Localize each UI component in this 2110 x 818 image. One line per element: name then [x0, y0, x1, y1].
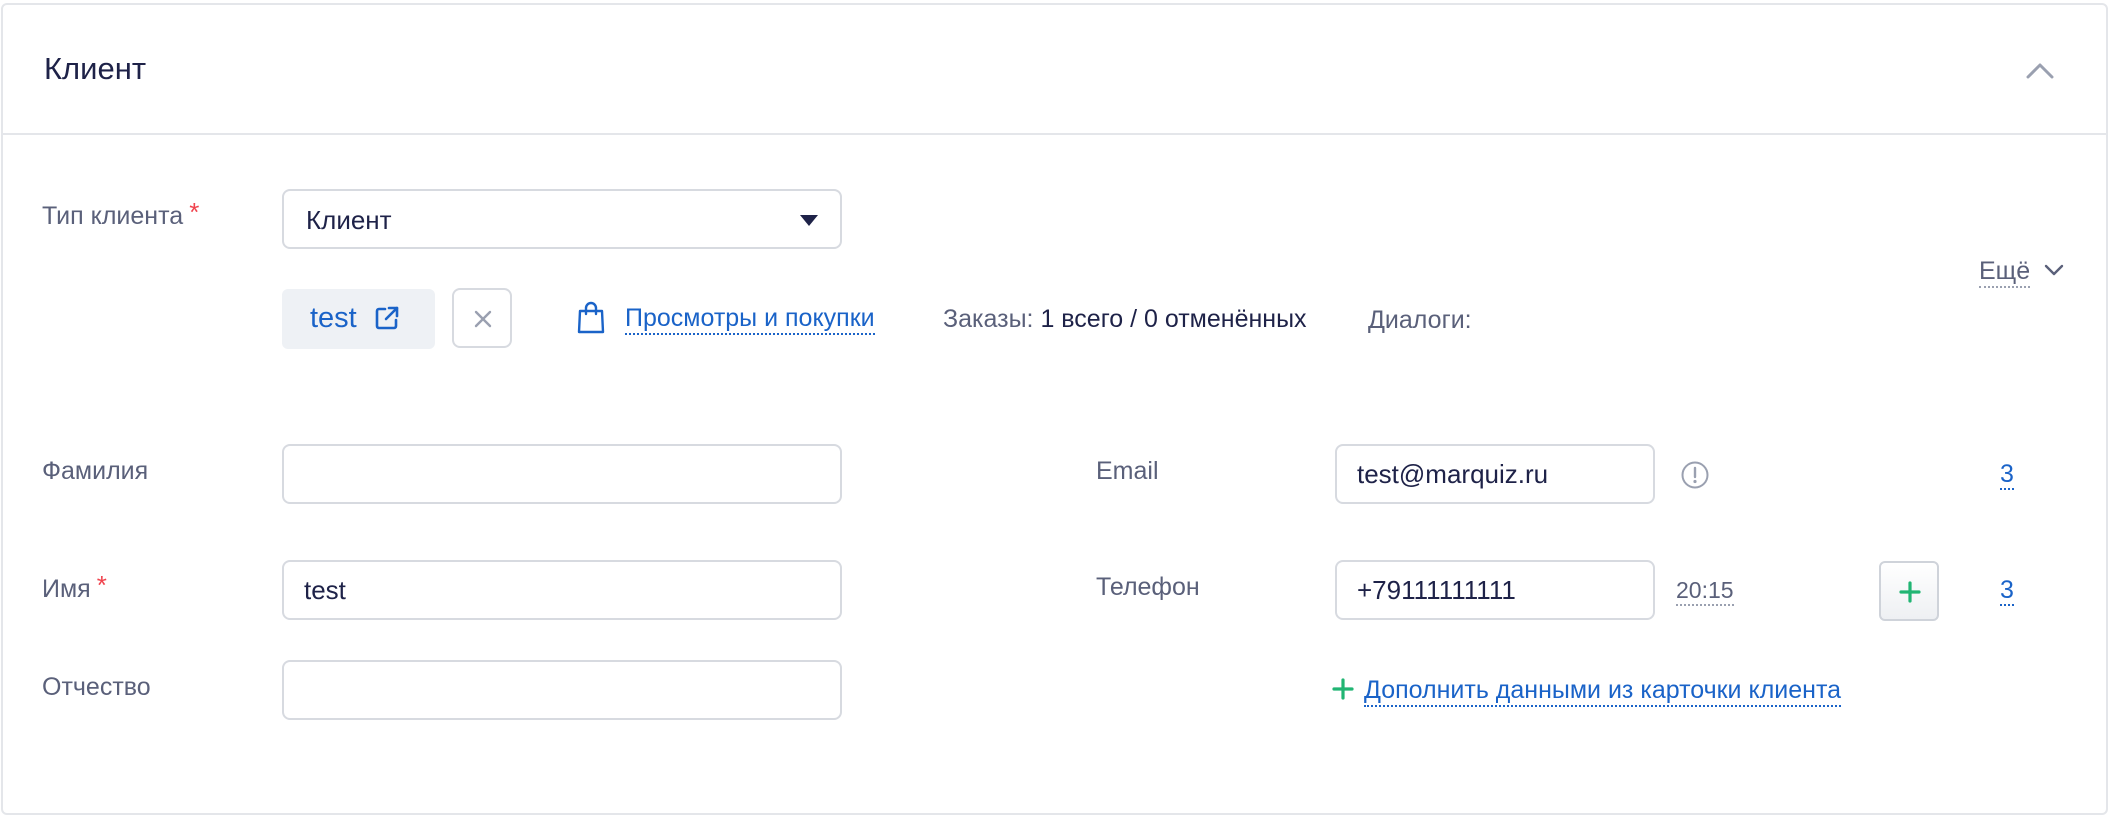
client-chip[interactable]: test	[282, 289, 435, 349]
first-name-label-text: Имя	[42, 575, 91, 603]
chevron-down-icon[interactable]	[2044, 263, 2064, 277]
add-phone-button[interactable]	[1879, 561, 1939, 621]
card-header: Клиент	[3, 5, 2106, 135]
views-purchases-link[interactable]: Просмотры и покупки	[625, 303, 875, 335]
orders-info: Заказы: 1 всего / 0 отменённых	[943, 305, 1307, 334]
orders-label: Заказы:	[943, 305, 1034, 333]
chevron-up-icon	[2026, 63, 2054, 79]
more-toggle[interactable]: Ещё	[1979, 256, 2031, 288]
last-name-input[interactable]	[282, 444, 842, 504]
client-type-label-text: Тип клиента	[42, 202, 184, 230]
external-link-icon	[375, 306, 399, 330]
orders-value: 1 всего / 0 отменённых	[1040, 305, 1307, 333]
plus-icon[interactable]	[1332, 678, 1354, 700]
client-type-label: Тип клиента *	[42, 197, 200, 231]
collapse-button[interactable]	[2022, 53, 2058, 89]
clear-client-button[interactable]	[452, 288, 512, 348]
middle-name-input[interactable]	[282, 660, 842, 720]
plus-icon	[1899, 581, 1921, 603]
fill-from-card-link[interactable]: Дополнить данными из карточки клиента	[1364, 675, 1842, 707]
email-label: Email	[1096, 457, 1159, 485]
phone-label: Телефон	[1096, 573, 1200, 601]
middle-name-label: Отчество	[42, 673, 151, 701]
client-chip-name: test	[310, 302, 357, 334]
phone-local-time: 20:15	[1676, 576, 1734, 606]
close-icon	[474, 310, 492, 328]
dialogs-label: Диалоги:	[1368, 306, 1472, 334]
phone-input[interactable]	[1335, 560, 1655, 620]
required-mark: *	[96, 570, 107, 600]
warning-icon[interactable]	[1680, 460, 1710, 490]
card-title: Клиент	[44, 51, 147, 86]
first-name-input[interactable]	[282, 560, 842, 620]
email-count[interactable]: 3	[2000, 460, 2014, 490]
required-mark: *	[189, 197, 200, 227]
last-name-label: Фамилия	[42, 457, 149, 485]
phone-count[interactable]: 3	[2000, 576, 2014, 606]
client-type-select[interactable]: Клиент	[282, 189, 842, 249]
caret-down-icon	[800, 215, 818, 226]
email-input[interactable]	[1335, 444, 1655, 504]
shopping-bag-icon	[577, 301, 605, 334]
first-name-label: Имя *	[42, 570, 107, 604]
client-type-value: Клиент	[306, 205, 392, 235]
